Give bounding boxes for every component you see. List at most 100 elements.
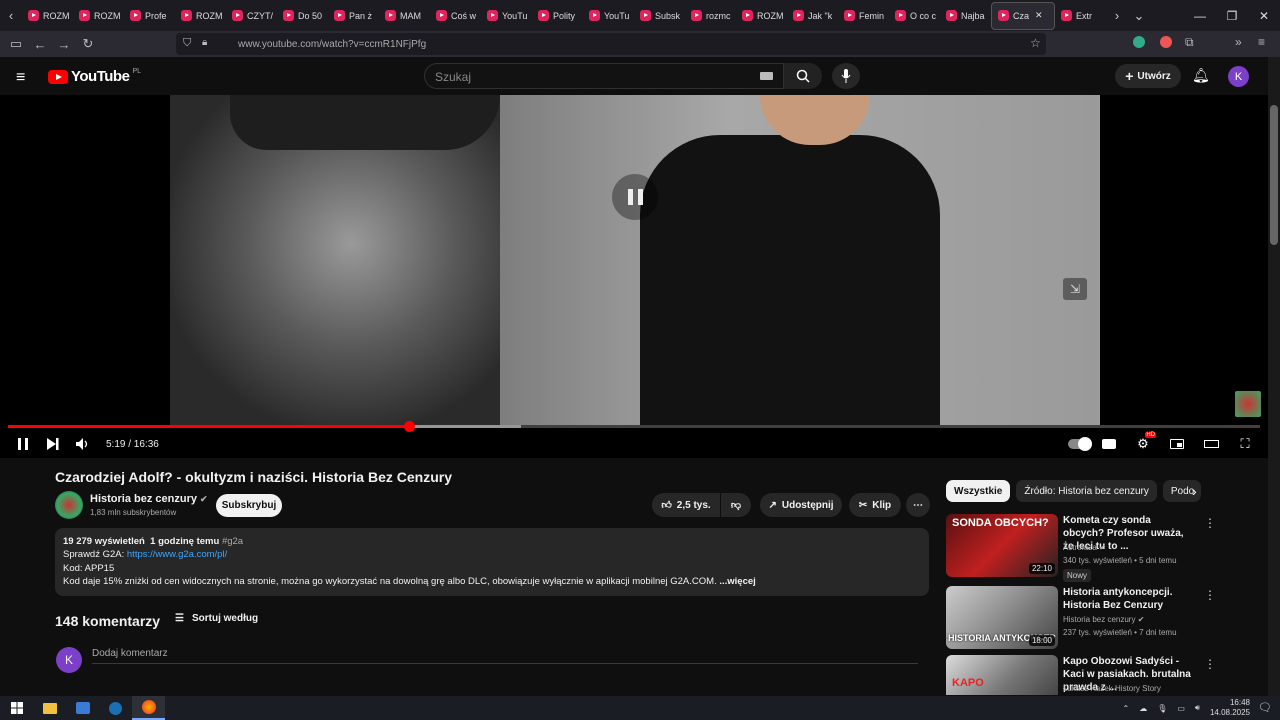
browser-tab[interactable]: Do 50 bbox=[277, 2, 328, 30]
subtitles-icon[interactable] bbox=[1094, 430, 1124, 458]
extension-icon[interactable] bbox=[1133, 36, 1145, 48]
notifications-bell-icon[interactable]: 🔔︎ bbox=[1192, 67, 1210, 84]
chip-source[interactable]: Źródło: Historia bez cenzury bbox=[1016, 480, 1157, 502]
sort-comments-button[interactable]: ☰ Sortuj według bbox=[175, 613, 258, 624]
comment-input[interactable]: Dodaj komentarz bbox=[92, 648, 918, 664]
search-button[interactable] bbox=[784, 63, 822, 89]
browser-tab[interactable]: Femin bbox=[838, 2, 889, 30]
settings-gear-icon[interactable]: ⚙ HD bbox=[1128, 430, 1158, 458]
mute-button[interactable] bbox=[68, 430, 98, 458]
description-box[interactable]: 19 279 wyświetleń 1 godzinę temu #g2a Sp… bbox=[55, 528, 929, 596]
youtube-logo[interactable]: YouTube PL bbox=[48, 68, 141, 85]
video-player[interactable]: ⇲ 5:19 / 16:36 ⚙ HD ⛶ bbox=[0, 95, 1268, 458]
browser-tab[interactable]: Subsk bbox=[634, 2, 685, 30]
browser-tab[interactable]: CZYT/ bbox=[226, 2, 277, 30]
progress-bar[interactable] bbox=[8, 421, 1260, 432]
bookmark-star-icon[interactable]: ☆ bbox=[1030, 36, 1041, 50]
volume-icon[interactable]: 🔊︎ bbox=[1195, 703, 1200, 713]
tab-list-chevron-icon[interactable]: ⌄ bbox=[1128, 8, 1150, 24]
exit-overlay-icon[interactable]: ⇲ bbox=[1063, 278, 1087, 300]
hashtag[interactable]: #g2a bbox=[222, 536, 243, 547]
browser-tab[interactable]: Jak "k bbox=[787, 2, 838, 30]
more-vertical-icon[interactable]: ⋮ bbox=[1204, 516, 1216, 530]
lock-icon[interactable]: 🔒︎ bbox=[202, 37, 207, 48]
cloud-icon[interactable]: ☁ bbox=[1139, 704, 1147, 713]
fullscreen-icon[interactable]: ⛶ bbox=[1230, 430, 1260, 458]
browser-tab[interactable]: ROZM bbox=[22, 2, 73, 30]
hamburger-menu-icon[interactable]: ≡ bbox=[16, 69, 25, 87]
video-thumbnail[interactable]: SONDA OBCYCH? 22:10 bbox=[946, 514, 1058, 577]
microphone-icon[interactable]: 🎙︎ bbox=[1157, 704, 1167, 713]
network-icon[interactable]: ▭ bbox=[1177, 704, 1185, 713]
browser-tab[interactable]: ROZM bbox=[736, 2, 787, 30]
subscribe-button[interactable]: Subskrybuj bbox=[216, 494, 282, 517]
back-icon[interactable]: ← bbox=[28, 37, 52, 52]
search-input[interactable]: Szukaj bbox=[424, 63, 784, 89]
browser-tab[interactable]: Najba bbox=[940, 2, 991, 30]
close-tab-icon[interactable]: ✕ bbox=[1035, 10, 1043, 21]
more-actions-button[interactable]: ⋯ bbox=[906, 493, 930, 517]
app-icon[interactable] bbox=[66, 696, 99, 720]
browser-tab[interactable]: Pan ż bbox=[328, 2, 379, 30]
forward-icon[interactable]: → bbox=[52, 37, 76, 52]
channel-name[interactable]: Historia bez cenzury ✔ bbox=[90, 493, 208, 505]
like-button[interactable]: 👍︎ 2,5 tys. bbox=[652, 493, 720, 517]
reload-icon[interactable]: ↻ bbox=[76, 36, 100, 52]
steam-icon[interactable] bbox=[99, 696, 132, 720]
account-avatar[interactable]: K bbox=[1228, 66, 1249, 87]
maximize-icon[interactable]: ❐ bbox=[1216, 0, 1248, 31]
file-explorer-icon[interactable] bbox=[33, 696, 66, 720]
browser-tab[interactable]: ROZM bbox=[73, 2, 124, 30]
sidebar-toggle-icon[interactable]: ▭ bbox=[4, 36, 28, 52]
description-link[interactable]: https://www.g2a.com/pl/ bbox=[127, 549, 227, 560]
browser-tab[interactable]: MAM bbox=[379, 2, 430, 30]
channel-watermark[interactable] bbox=[1235, 391, 1261, 417]
tab-scroll-right-icon[interactable]: › bbox=[1106, 8, 1128, 23]
clip-button[interactable]: ✂ Klip bbox=[849, 493, 901, 517]
close-window-icon[interactable]: ✕ bbox=[1248, 0, 1280, 31]
pause-overlay-icon[interactable] bbox=[612, 174, 658, 220]
browser-tab[interactable]: Coś w bbox=[430, 2, 481, 30]
browser-tab[interactable]: ROZM bbox=[175, 2, 226, 30]
dislike-button[interactable]: 👎︎ bbox=[721, 493, 751, 517]
channel-avatar[interactable] bbox=[55, 491, 83, 519]
browser-tab[interactable]: YouTu bbox=[481, 2, 532, 30]
keyboard-icon[interactable] bbox=[760, 72, 773, 80]
browser-tab[interactable]: Profe bbox=[124, 2, 175, 30]
share-button[interactable]: ↗ Udostępnij bbox=[760, 493, 842, 517]
start-windows-icon[interactable] bbox=[0, 696, 33, 720]
browser-tab[interactable]: YouTu bbox=[583, 2, 634, 30]
clock[interactable]: 16:48 14.08.2025 bbox=[1210, 698, 1250, 718]
video-thumbnail[interactable]: KAPO bbox=[946, 655, 1058, 695]
next-button[interactable] bbox=[38, 430, 68, 458]
shield-icon[interactable]: ⛉ bbox=[183, 37, 191, 50]
browser-tab[interactable]: Cza ✕ bbox=[991, 1, 1055, 30]
miniplayer-icon[interactable] bbox=[1162, 430, 1192, 458]
autoplay-toggle[interactable] bbox=[1068, 437, 1092, 451]
tray-chevron-icon[interactable]: ⌃ bbox=[1122, 704, 1129, 713]
notifications-icon[interactable]: 🗨︎ bbox=[1258, 701, 1272, 714]
recommended-video[interactable]: HISTORIA ANTYKONCEP 18:00 Historia antyk… bbox=[946, 586, 1266, 652]
browser-tab[interactable]: rozmc bbox=[685, 2, 736, 30]
more-vertical-icon[interactable]: ⋮ bbox=[1204, 588, 1216, 602]
voice-search-button[interactable] bbox=[832, 63, 860, 89]
minimize-icon[interactable]: — bbox=[1184, 0, 1216, 31]
puzzle-icon[interactable]: ⧉ bbox=[1185, 35, 1194, 50]
recommended-video[interactable]: SONDA OBCYCH? 22:10 Kometa czy sonda obc… bbox=[946, 514, 1266, 582]
extension-icon[interactable] bbox=[1160, 36, 1172, 48]
page-scrollbar[interactable] bbox=[1268, 57, 1280, 696]
show-more-button[interactable]: ...więcej bbox=[719, 576, 755, 587]
pause-button[interactable] bbox=[8, 430, 38, 458]
chips-next-chevron-icon[interactable]: › bbox=[1192, 483, 1197, 499]
scrollbar-thumb[interactable] bbox=[1270, 105, 1278, 245]
browser-tab[interactable]: O co c bbox=[889, 2, 940, 30]
address-bar[interactable]: www.youtube.com/watch?v=ccmR1NFjPfg bbox=[176, 33, 1046, 55]
browser-tab[interactable]: Extr bbox=[1055, 2, 1106, 30]
tab-scroll-left-icon[interactable]: ‹ bbox=[0, 8, 22, 23]
theater-mode-icon[interactable] bbox=[1196, 430, 1226, 458]
overflow-chevron-icon[interactable]: » bbox=[1235, 35, 1242, 49]
recommended-video[interactable]: KAPO Kapo Obozowi Sadyści - Kaci w pasia… bbox=[946, 655, 1266, 695]
firefox-icon[interactable] bbox=[132, 696, 165, 720]
browser-tab[interactable]: Polity bbox=[532, 2, 583, 30]
more-vertical-icon[interactable]: ⋮ bbox=[1204, 657, 1216, 671]
